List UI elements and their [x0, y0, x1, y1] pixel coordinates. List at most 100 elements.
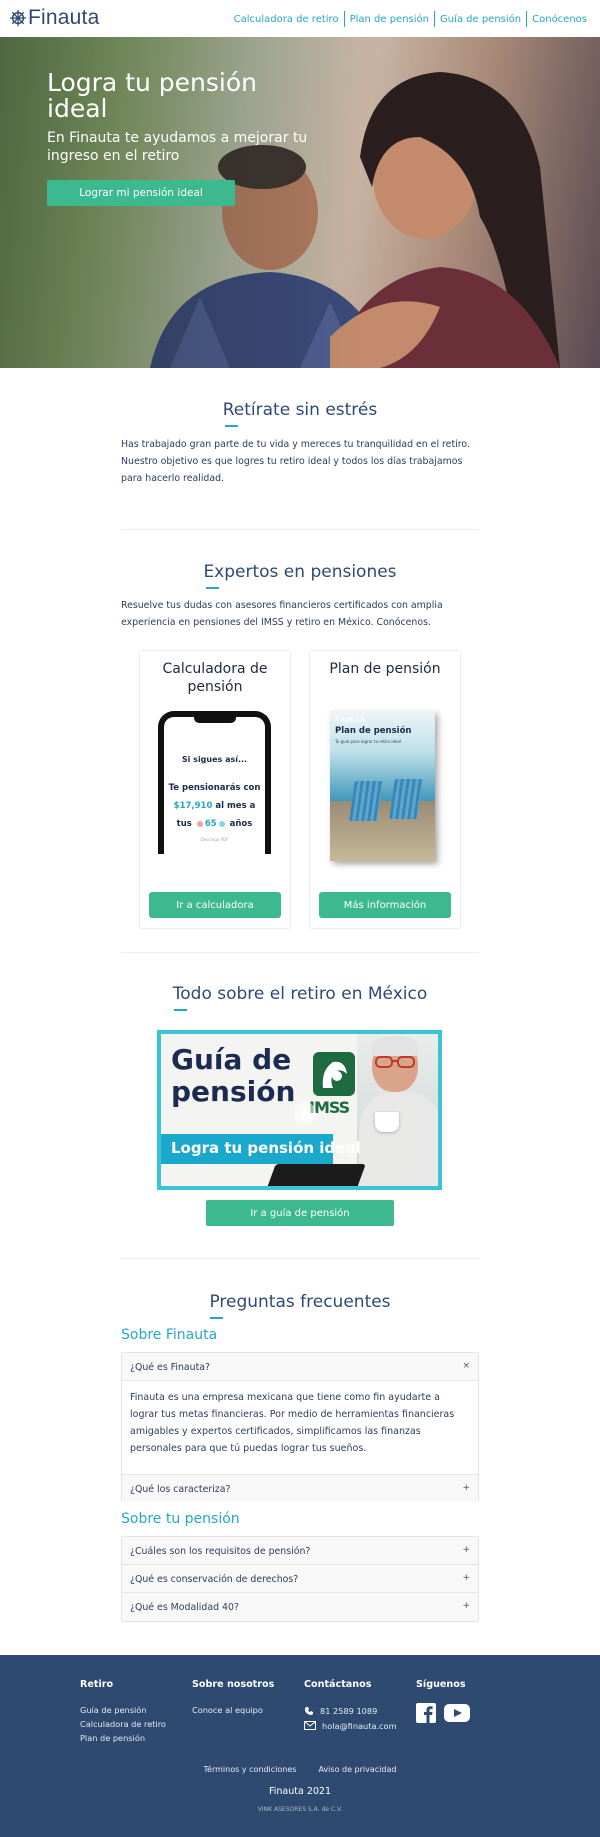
section-title-faq: Preguntas frecuentes — [209, 1292, 391, 1312]
footer-col-nosotros: Sobre nosotros Conoce al equipo — [192, 1679, 274, 1717]
phone-icon — [305, 1706, 313, 1715]
phone-line-1: Si sigues así... — [181, 755, 248, 764]
faq-answer-text: Finauta es una empresa mexicana que tien… — [130, 1392, 455, 1454]
faq-category-pension: Sobre tu pensión — [121, 1511, 240, 1527]
guide-ribbon: Logra tu pensión ideal — [161, 1134, 361, 1164]
book-title: Plan de pensión — [335, 726, 412, 736]
phone-note: Descarga PDF — [200, 837, 229, 842]
glasses-image — [375, 1056, 415, 1068]
mail-icon — [304, 1721, 316, 1730]
footer-heading: Síguenos — [416, 1679, 466, 1690]
nav-link-guia[interactable]: Guía de pensión — [435, 14, 526, 25]
hero-cta-button[interactable]: Lograr mi pensión ideal — [47, 180, 235, 206]
faq-question-text: ¿Qué es Modalidad 40? — [130, 1602, 239, 1613]
imss-logo-icon — [313, 1052, 355, 1096]
nav-link-conocenos[interactable]: Conócenos — [527, 14, 592, 25]
man-photo-hair — [372, 1036, 418, 1056]
play-icon[interactable] — [294, 1102, 316, 1124]
age-value: 65 — [204, 819, 217, 829]
site-footer: Retiro Guía de pensión Calculadora de re… — [0, 1655, 600, 1837]
guide-title-line-2: pensión — [171, 1075, 296, 1108]
title-underline — [210, 1317, 223, 1319]
section-title-stress: Retírate sin estrés — [222, 400, 378, 420]
faq-question-requisitos[interactable]: ¿Cuáles son los requisitos de pensión? + — [122, 1537, 478, 1565]
faq-group-finauta: ¿Qué es Finauta? × Finauta es una empres… — [121, 1352, 479, 1502]
nav-link-plan[interactable]: Plan de pensión — [345, 14, 434, 25]
card-title: Calculadora de pensión — [162, 661, 268, 695]
beach-chair-image — [349, 781, 383, 821]
footer-col-retiro: Retiro Guía de pensión Calculadora de re… — [80, 1679, 166, 1745]
plus-icon[interactable]: + — [462, 1573, 470, 1583]
footer-email-text: hola@finauta.com — [322, 1720, 397, 1731]
footer-copyright: Finauta 2021 — [268, 1786, 332, 1797]
card-calculadora: Calculadora de pensión Si sigues así... … — [139, 650, 291, 929]
youtube-icon[interactable] — [444, 1703, 470, 1723]
footer-phone-text: 81 2589 1089 — [320, 1705, 378, 1716]
terms-link[interactable]: Términos y condiciones — [204, 1765, 297, 1774]
hero-title: Logra tu pensión ideal — [47, 68, 257, 123]
title-underline — [225, 425, 238, 427]
footer-legal-links: Términos y condiciones Aviso de privacid… — [0, 1765, 600, 1774]
ship-wheel-icon — [9, 9, 27, 27]
footer-link-guia[interactable]: Guía de pensión — [80, 1703, 166, 1717]
guide-button[interactable]: Ir a guía de pensión — [206, 1200, 394, 1226]
laptop-image — [266, 1164, 366, 1186]
book-brand: Finauta — [335, 714, 366, 724]
footer-link-equipo[interactable]: Conoce al equipo — [192, 1703, 274, 1717]
footer-email[interactable]: hola@finauta.com — [304, 1718, 397, 1733]
calculator-button[interactable]: Ir a calculadora — [149, 892, 281, 918]
more-info-button[interactable]: Más información — [319, 892, 451, 918]
footer-link-calculadora[interactable]: Calculadora de retiro — [80, 1717, 166, 1731]
footer-heading: Retiro — [80, 1679, 114, 1690]
plus-icon[interactable]: + — [462, 1483, 470, 1493]
footer-heading: Contáctanos — [304, 1679, 372, 1690]
phone-line-3: $17,910 al mes a — [164, 801, 265, 811]
hero-banner: Logra tu pensión ideal En Finauta te ayu… — [0, 37, 600, 368]
privacy-link[interactable]: Aviso de privacidad — [318, 1765, 396, 1774]
faq-question-text: ¿Qué es Finauta? — [130, 1362, 211, 1373]
section-title-guide: Todo sobre el retiro en México — [172, 984, 428, 1004]
faq-question-text: ¿Qué es conservación de derechos? — [130, 1574, 299, 1585]
close-icon[interactable]: × — [462, 1361, 470, 1371]
footer-link-plan[interactable]: Plan de pensión — [80, 1731, 166, 1745]
faq-question-que-es[interactable]: ¿Qué es Finauta? × — [122, 1353, 478, 1381]
book-sand — [330, 801, 435, 861]
title-underline — [206, 587, 219, 589]
plus-icon[interactable]: + — [462, 1601, 470, 1611]
beach-chair-image — [389, 779, 423, 819]
footer-heading: Sobre nosotros — [192, 1679, 275, 1690]
footer-phone[interactable]: 81 2589 1089 — [304, 1703, 397, 1718]
section-divider — [121, 952, 479, 953]
pension-amount: $17,910 — [173, 801, 213, 811]
plus-dot-icon — [218, 820, 225, 827]
card-title: Plan de pensión — [329, 661, 441, 677]
faq-question-conservacion[interactable]: ¿Qué es conservación de derechos? + — [122, 1565, 478, 1593]
footer-col-siguenos: Síguenos — [416, 1679, 470, 1723]
facebook-icon[interactable] — [416, 1703, 436, 1723]
guide-banner-title: Guía de pensión — [171, 1044, 295, 1108]
stress-paragraph: Has trabajado gran parte de tu vida y me… — [121, 439, 470, 484]
faq-question-caracteriza[interactable]: ¿Qué los caracteriza? + — [122, 1474, 478, 1502]
guide-video-thumbnail[interactable]: Guía de pensión IMSS Logra tu pensión id… — [157, 1030, 442, 1190]
hero-subtitle: En Finauta te ayudamos a mejorar tu ingr… — [47, 130, 308, 164]
tus-label: tus — [176, 819, 192, 829]
plus-icon[interactable]: + — [462, 1545, 470, 1555]
plan-book-cover: Finauta Plan de pensión Tu guía para log… — [330, 711, 435, 861]
faq-group-pension: ¿Cuáles son los requisitos de pensión? +… — [121, 1536, 479, 1622]
experts-paragraph: Resuelve tus dudas con asesores financie… — [121, 600, 443, 628]
section-divider — [121, 1258, 479, 1259]
faq-question-modalidad-40[interactable]: ¿Qué es Modalidad 40? + — [122, 1593, 478, 1621]
brand-logo[interactable]: Finauta — [9, 6, 99, 30]
years-label: años — [229, 819, 253, 829]
footer-col-contacto: Contáctanos 81 2589 1089 hola@finauta.co… — [304, 1679, 397, 1733]
faq-category-finauta: Sobre Finauta — [121, 1327, 218, 1343]
phone-line-4: tus 65 años — [164, 819, 265, 829]
nav-links: Calculadora de retiro Plan de pensión Gu… — [229, 11, 592, 27]
brand-name: Finauta — [28, 6, 100, 29]
guide-ribbon-text: Logra tu pensión ideal — [171, 1139, 361, 1157]
nav-link-calculadora[interactable]: Calculadora de retiro — [229, 14, 344, 25]
phone-line-2: Te pensionarás con — [168, 783, 261, 793]
book-subtitle: Tu guía para lograr tu retiro ideal — [335, 739, 402, 744]
minus-dot-icon — [196, 820, 203, 827]
man-photo-body — [359, 1092, 438, 1186]
